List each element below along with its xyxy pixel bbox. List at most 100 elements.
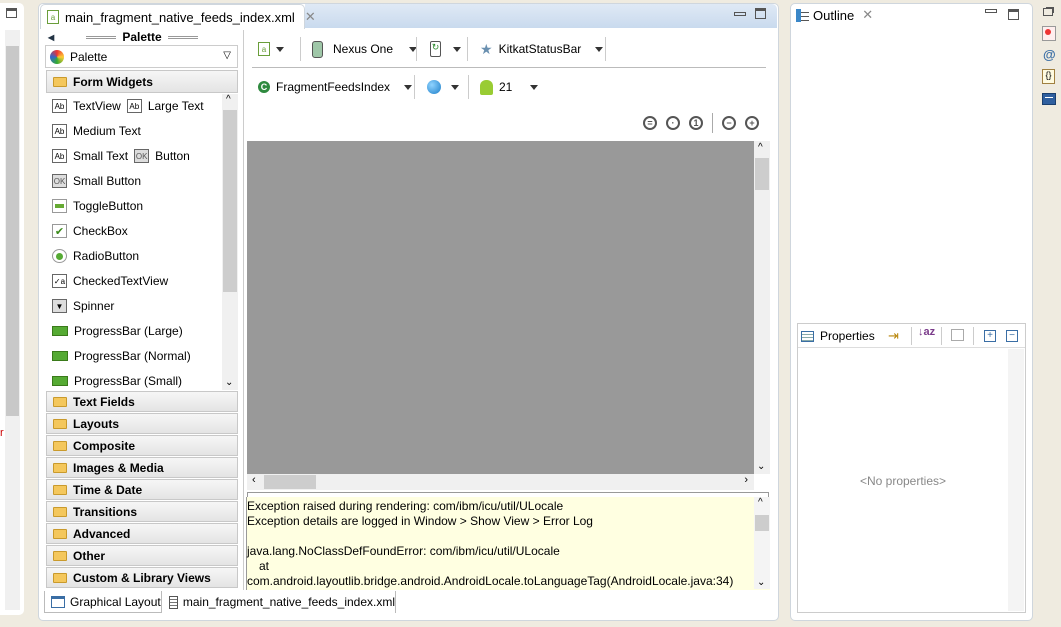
category-layouts[interactable]: Layouts (46, 413, 238, 434)
sort-alpha-icon[interactable]: ↓az (918, 326, 935, 338)
error-line: at (259, 559, 270, 573)
progressbar-icon (52, 351, 68, 361)
xml-file-icon: a (47, 10, 59, 24)
tab-xml-source[interactable]: main_fragment_native_feeds_index.xml (163, 591, 396, 613)
category-time-date[interactable]: Time & Date (46, 479, 238, 500)
error-line: Exception details are logged in Window >… (247, 514, 593, 528)
no-properties-label: <No properties> (859, 474, 947, 488)
folder-icon (53, 484, 67, 495)
palette-item[interactable]: ✓a CheckedTextView (52, 271, 168, 291)
palette-item[interactable]: ▼ Spinner (52, 296, 114, 316)
category-custom-library-views[interactable]: Custom & Library Views (46, 567, 238, 588)
button-icon: OK (52, 174, 67, 188)
palette-item[interactable]: ProgressBar (Large) (52, 321, 183, 341)
palette-dropdown[interactable]: Palette ▽ (45, 45, 238, 68)
problems-view-icon[interactable] (1042, 26, 1056, 41)
progressbar-icon (52, 326, 68, 336)
folder-icon (53, 418, 67, 429)
zoom-real-size-icon[interactable]: · (666, 116, 680, 130)
category-composite[interactable]: Composite (46, 435, 238, 456)
error-scrollbar[interactable]: ^ ⌄ (754, 497, 770, 589)
close-icon[interactable]: ✕ (862, 7, 873, 23)
device-dropdown[interactable]: Nexus One (312, 37, 418, 61)
category-other[interactable]: Other (46, 545, 238, 566)
palette-item[interactable]: OK Small Button (52, 171, 141, 191)
close-icon[interactable]: ✕ (305, 9, 316, 25)
api-level-dropdown[interactable]: 21 (480, 75, 539, 99)
canvas-horizontal-scrollbar[interactable]: ‹ › (247, 474, 754, 490)
filter-icon[interactable] (951, 329, 964, 341)
palette-item[interactable]: Ab Small Text OK Button (52, 146, 190, 166)
palette-scrollbar[interactable]: ^ ⌄ (222, 94, 238, 390)
properties-header: Properties (801, 327, 875, 345)
folder-icon (53, 506, 67, 517)
zoom-in-icon[interactable]: + (745, 116, 759, 130)
editor-tab[interactable]: a main_fragment_native_feeds_index.xml ✕ (40, 4, 316, 29)
maximize-icon[interactable] (755, 8, 766, 19)
declaration-icon[interactable]: {} (1042, 69, 1055, 84)
collapse-arrow-icon[interactable]: ◀ (48, 33, 54, 42)
chevron-down-icon: ▽ (223, 50, 231, 61)
folder-icon (53, 528, 67, 539)
chevron-down-icon (530, 84, 539, 90)
zoom-fit-icon[interactable]: = (643, 116, 657, 130)
folder-icon (53, 550, 67, 561)
chevron-down-icon (404, 84, 413, 90)
minimize-icon[interactable] (734, 12, 746, 16)
palette-item[interactable]: Ab Medium Text (52, 121, 141, 141)
category-form-widgets[interactable]: Form Widgets (46, 70, 238, 93)
android-icon (480, 79, 493, 95)
theme-dropdown[interactable]: ★ KitkatStatusBar (480, 37, 604, 61)
locale-dropdown[interactable] (427, 75, 459, 99)
show-categories-icon[interactable]: ⇥ (888, 328, 899, 344)
minimize-icon[interactable] (985, 9, 997, 13)
palette-item[interactable]: Ab TextView Ab Large Text (52, 96, 204, 116)
palette-item[interactable]: ✔ CheckBox (52, 221, 128, 241)
error-line: Exception raised during rendering: com/i… (247, 499, 564, 513)
zoom-100-icon[interactable]: 1 (689, 116, 703, 130)
category-advanced[interactable]: Advanced (46, 523, 238, 544)
xml-file-icon: a (258, 42, 270, 56)
button-icon: OK (134, 149, 150, 163)
restore-icon[interactable] (1043, 8, 1053, 16)
text-icon: Ab (52, 124, 67, 138)
canvas-vertical-scrollbar[interactable]: ^ ⌄ (754, 141, 770, 474)
expand-all-icon[interactable]: + (984, 330, 996, 342)
category-text-fields[interactable]: Text Fields (46, 391, 238, 412)
tab-title: main_fragment_native_feeds_index.xml (65, 9, 295, 25)
radio-icon (52, 249, 67, 263)
config-dropdown[interactable]: a (258, 37, 284, 61)
properties-scrollbar[interactable] (1008, 349, 1024, 611)
palette-icon (50, 49, 64, 64)
palette-item[interactable]: ToggleButton (52, 196, 143, 216)
zoom-controls: = · 1 − + (643, 111, 759, 135)
maximize-icon[interactable] (1008, 9, 1019, 20)
category-images-media[interactable]: Images & Media (46, 457, 238, 478)
checkbox-icon: ✔ (52, 224, 67, 238)
activity-dropdown[interactable]: C FragmentFeedsIndex (258, 75, 413, 99)
left-scrollbar[interactable] (5, 30, 20, 610)
star-icon: ★ (480, 40, 493, 57)
palette-item[interactable]: ProgressBar (Small) (52, 371, 182, 391)
outline-tab[interactable]: Outline ✕ (796, 5, 873, 25)
orientation-dropdown[interactable]: ↻ (430, 37, 461, 61)
palette-header: ◀ Palette (44, 30, 240, 44)
folder-icon (53, 572, 67, 583)
console-icon[interactable] (1042, 93, 1056, 105)
class-icon: C (258, 81, 270, 93)
text-icon: Ab (52, 99, 67, 113)
zoom-out-icon[interactable]: − (722, 116, 736, 130)
outline-icon (796, 8, 809, 22)
category-transitions[interactable]: Transitions (46, 501, 238, 522)
layout-canvas[interactable] (247, 141, 754, 474)
tab-graphical-layout[interactable]: Graphical Layout (44, 591, 162, 613)
folder-icon (53, 396, 67, 407)
palette-item[interactable]: ProgressBar (Normal) (52, 346, 191, 366)
toggle-icon (52, 199, 67, 213)
palette-item[interactable]: RadioButton (52, 246, 139, 266)
folder-icon (53, 440, 67, 451)
javadoc-icon[interactable]: @ (1043, 47, 1056, 62)
maximize-icon[interactable] (6, 8, 17, 18)
collapse-all-icon[interactable]: − (1006, 330, 1018, 342)
chevron-down-icon (453, 46, 461, 52)
